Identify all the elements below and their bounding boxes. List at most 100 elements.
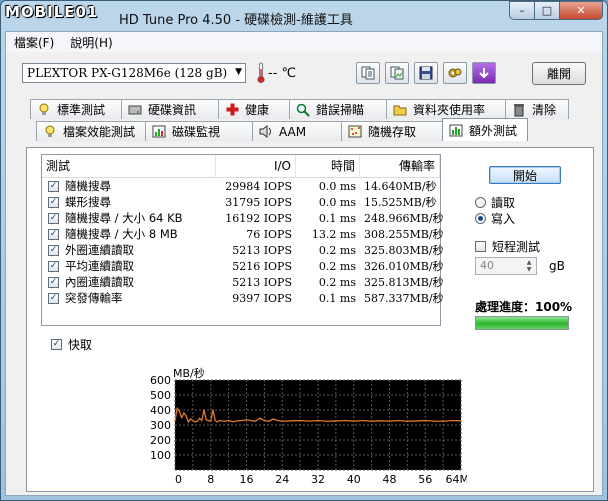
watermark-logo: MOBILE01 [5,3,99,21]
tab-benchmark[interactable]: 標準測試 [30,99,122,119]
data-point [201,419,203,422]
row-checkbox[interactable]: ✓ [48,180,59,192]
time-cell: 0.0 ms [318,179,356,193]
tab-erase[interactable]: 清除 [505,99,569,119]
y-tick-label: 200 [150,434,171,447]
data-point [254,420,257,422]
results-header: 測試 I/O 時間 傳輸率 [42,155,440,178]
tab-random-access[interactable]: 隨機存取 [341,121,443,141]
header-time[interactable]: 時間 [296,155,360,177]
copy-screenshot-icon[interactable] [385,62,409,84]
tab-extra-tests[interactable]: 額外測試 [442,118,528,141]
tab-file-benchmark[interactable]: 檔案效能測試 [36,121,146,141]
random-access-icon [348,125,362,139]
extra-tests-panel: 測試 I/O 時間 傳輸率 ✓ 隨機搜尋 29984 IOPS 0.0 ms 14.64… [26,147,594,492]
test-name-cell: ✓ 隨機搜尋 / 大小 64 KB [42,210,216,226]
dropdown-arrow-icon: ▼ [235,67,242,77]
folder-icon [393,103,407,117]
cache-label: 快取 [68,338,93,352]
x-tick-label: 16 [240,473,254,486]
row-checkbox[interactable]: ✓ [48,292,59,304]
copy-text-icon[interactable] [356,62,380,84]
cache-check[interactable]: ✓ [51,339,62,350]
read-radio[interactable]: 讀取 [475,194,515,211]
data-point [353,420,355,422]
tab-info[interactable]: 硬碟資訊 [121,99,219,119]
tab-aam[interactable]: AAM [252,121,342,141]
transfer-chart-svg: 600 500 400 300 200 100 MB/秒 0 8 16 24 32 40 48 56 64MB [150,366,477,486]
maximize-button[interactable]: □ [534,1,560,20]
data-point [277,419,279,422]
x-tick-label: 8 [207,473,214,486]
io-cell: 16192 IOPS [225,211,292,225]
data-point [442,420,444,422]
row-checkbox[interactable]: ✓ [48,196,59,208]
table-row[interactable]: ✓ 外圈連續讀取 5213 IOPS 0.2 ms 325.803MB/秒 [42,242,444,258]
header-io[interactable]: I/O [216,155,296,177]
drive-select[interactable]: PLEXTOR PX-G128M6e (128 gB) ▼ [22,63,246,83]
rate-cell: 248.966MB/秒 [364,212,444,225]
trash-icon [512,103,526,117]
tab-health[interactable]: 健康 [218,99,290,119]
minimize-button[interactable]: – [509,1,535,20]
start-button[interactable]: 開始 [489,166,561,184]
exit-button[interactable]: 離開 [532,62,586,85]
close-button[interactable]: ✕ [559,1,603,20]
tab-row-1: 標準測試 硬碟資訊 健康 錯誤掃瞄 資料夾使用率 清除 [30,99,569,119]
short-test-checkbox[interactable]: 短程測試 [475,238,540,255]
menu-help[interactable]: 說明(H) [62,34,120,51]
results-list[interactable]: 測試 I/O 時間 傳輸率 ✓ 隨機搜尋 29984 IOPS 0.0 ms 14.64… [41,154,444,326]
x-tick-label: 40 [347,473,361,486]
write-radio[interactable]: 寫入 [475,210,515,227]
table-row[interactable]: ✓ 隨機搜尋 / 大小 64 KB 16192 IOPS 0.1 ms 248.966M… [42,210,444,226]
data-point [236,420,239,422]
row-checkbox[interactable]: ✓ [48,228,59,240]
data-point [281,420,283,422]
io-cell: 31795 IOPS [225,195,292,209]
table-row[interactable]: ✓ 內圈連續讀取 5213 IOPS 0.2 ms 325.813MB/秒 [42,274,444,290]
table-row[interactable]: ✓ 蝶形搜尋 31795 IOPS 0.0 ms 15.525MB/秒 [42,194,440,210]
table-row[interactable]: ✓ 突發傳輸率 9397 IOPS 0.1 ms 587.337MB/秒 [42,290,444,306]
short-test-size-spinner[interactable]: 40 ▲ ▼ [475,257,537,275]
title-bar[interactable]: MOBILE01 HD Tune Pro 4.50 - 硬碟檢測-維護工具 – … [1,1,607,31]
data-point [326,420,328,422]
tab-error-scan[interactable]: 錯誤掃瞄 [289,99,387,119]
data-point [371,420,373,422]
tab-folder-usage[interactable]: 資料夾使用率 [386,99,506,119]
table-row[interactable]: ✓ 平均連續讀取 5216 IOPS 0.2 ms 326.010MB/秒 [42,258,444,274]
read-radio-circle[interactable] [475,197,486,208]
row-checkbox[interactable]: ✓ [48,244,59,256]
short-test-size-value: 40 [480,259,494,272]
short-test-check[interactable] [475,241,486,252]
io-cell: 29984 IOPS [225,179,292,193]
row-checkbox[interactable]: ✓ [48,212,59,224]
x-tick-label: 48 [383,473,397,486]
test-name-cell: ✓ 突發傳輸率 [42,290,216,306]
data-point [259,417,261,419]
y-axis-label: MB/秒 [173,366,205,380]
monitor-chart-icon [152,125,166,139]
spinner-arrows-icon[interactable]: ▲ ▼ [523,259,535,273]
results-rows: ✓ 隨機搜尋 29984 IOPS 0.0 ms 14.640MB/秒 ✓ 蝶形搜尋 3179… [42,178,444,306]
header-test[interactable]: 測試 [42,155,216,177]
download-icon[interactable] [472,62,496,84]
row-checkbox[interactable]: ✓ [48,276,59,288]
header-rate[interactable]: 傳輸率 [360,155,440,177]
save-icon[interactable] [414,62,438,84]
menu-file[interactable]: 檔案(F) [6,34,62,51]
y-tick-label: 600 [150,374,171,387]
data-point [185,415,187,417]
write-radio-circle[interactable] [475,213,486,224]
table-row[interactable]: ✓ 隨機搜尋 / 大小 8 MB 76 IOPS 13.2 ms 308.255MB/秒 [42,226,444,242]
data-point [362,419,364,422]
tab-disk-monitor[interactable]: 磁碟監視 [145,121,253,141]
io-cell: 76 IOPS [246,227,292,241]
row-checkbox[interactable]: ✓ [48,260,59,272]
options-icon[interactable] [443,62,467,84]
data-point [317,419,319,422]
table-row[interactable]: ✓ 隨機搜尋 29984 IOPS 0.0 ms 14.640MB/秒 [42,178,440,194]
extra-test-icon [449,123,463,137]
cache-checkbox[interactable]: ✓ 快取 [51,336,92,353]
test-name: 隨機搜尋 / 大小 64 KB [65,211,183,225]
time-cell: 0.2 ms [318,259,356,273]
